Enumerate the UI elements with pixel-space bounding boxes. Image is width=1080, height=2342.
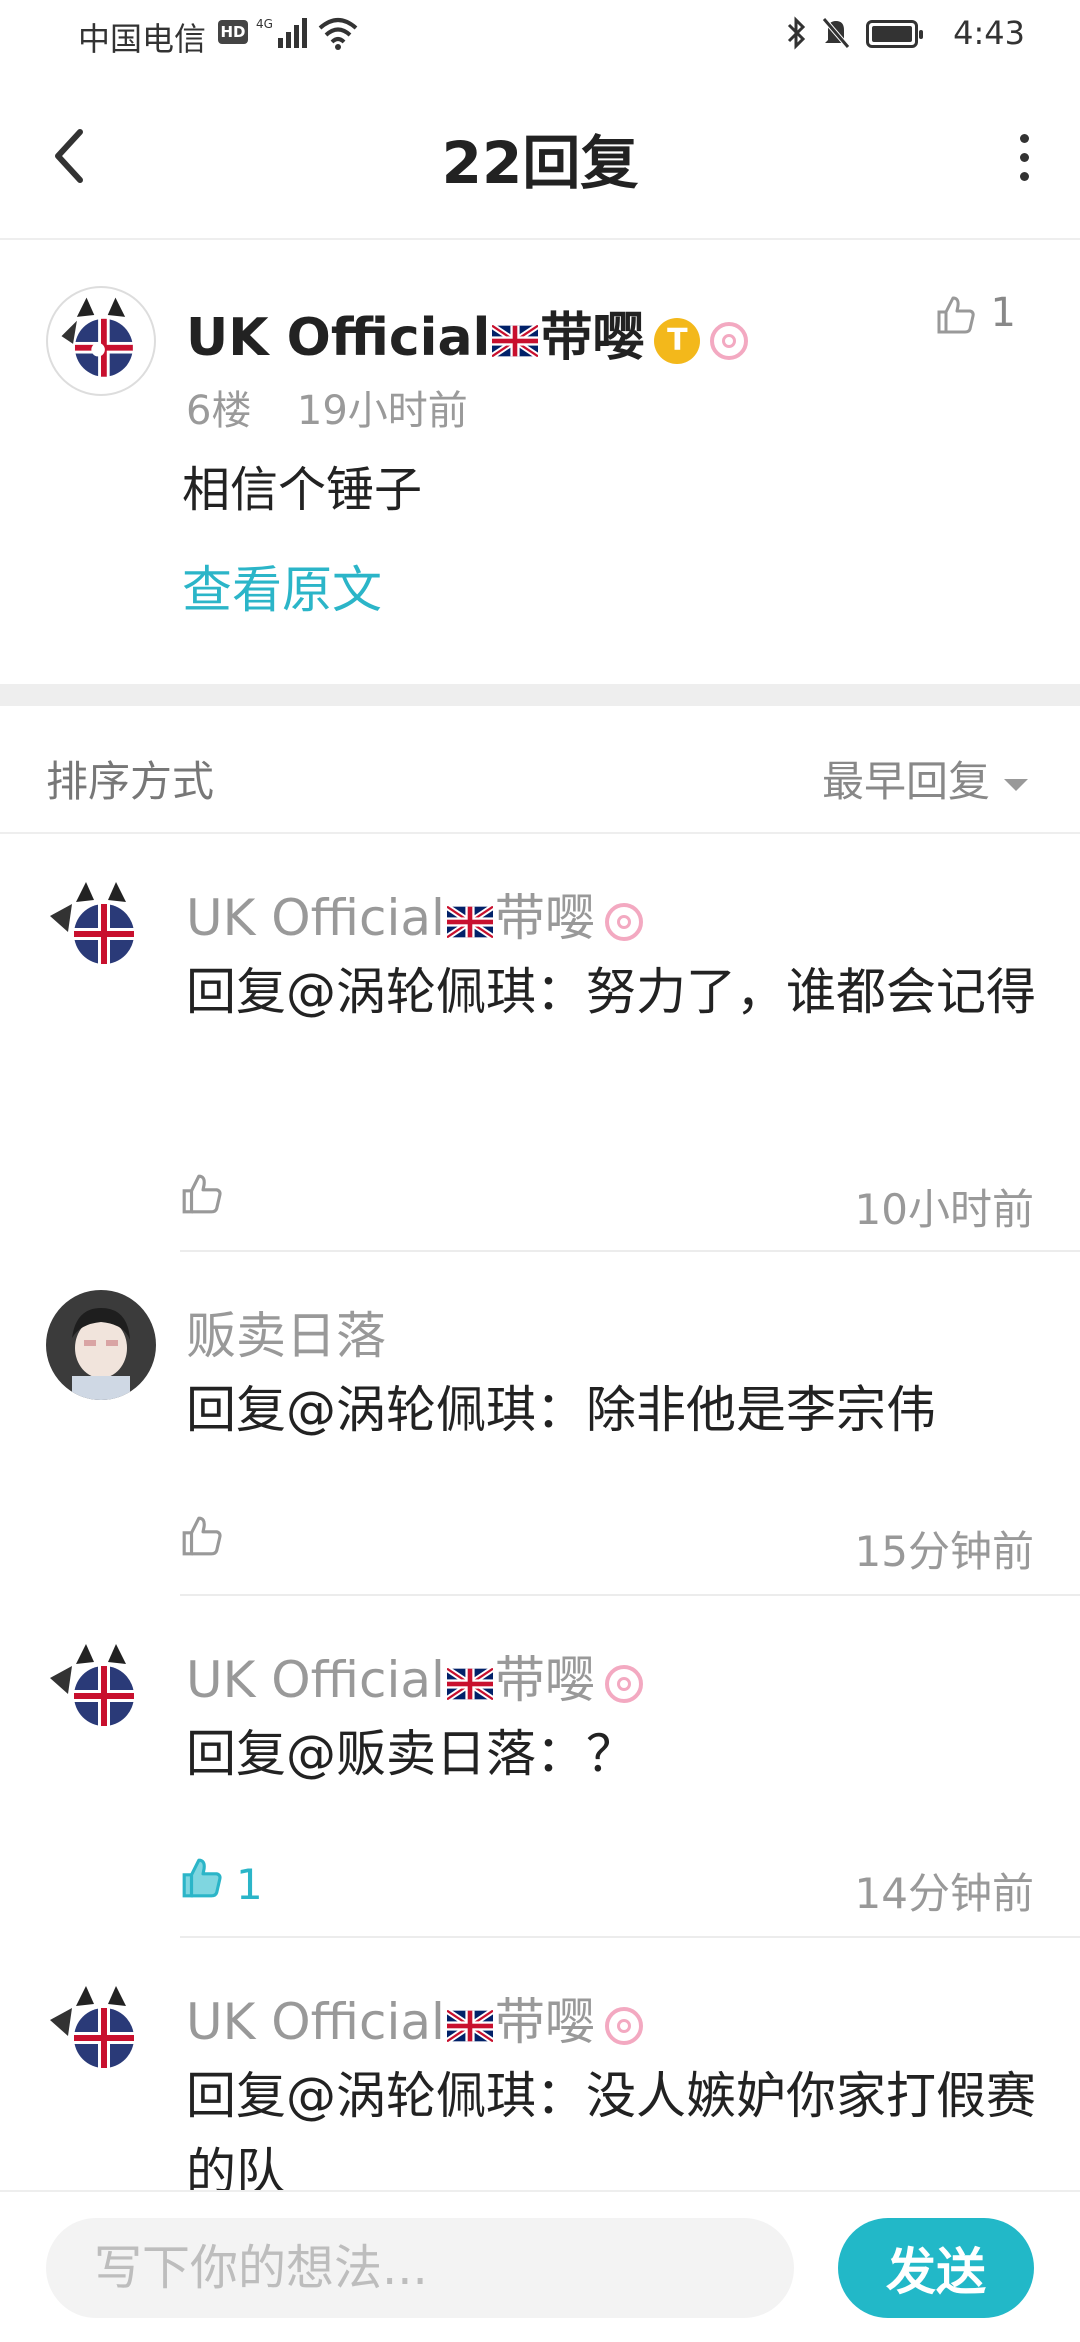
author-avatar[interactable] [46, 286, 156, 396]
sort-label: 排序方式 [46, 757, 215, 806]
pink-ring-badge-icon [604, 2006, 643, 2045]
bluetooth-icon [787, 16, 806, 50]
post-meta: 6楼 19小时前 [186, 378, 468, 436]
sort-bar: 排序方式 最早回复 [0, 706, 1080, 834]
reply-actions: 15分钟前 [180, 1514, 1034, 1576]
comment-input[interactable] [46, 2218, 794, 2318]
more-options-icon[interactable] [1012, 134, 1036, 181]
uk-flag-icon [492, 325, 539, 357]
reply-like-count: 1 [236, 1860, 263, 1909]
reply-avatar[interactable] [46, 1290, 156, 1400]
carrier-label: 中国电信 [78, 20, 207, 58]
reply-text: 回复@涡轮佩琪：除非他是李宗伟 [186, 1381, 936, 1439]
uk-flag-icon [446, 2009, 493, 2042]
top-bar: 22回复 [0, 72, 1080, 240]
signal-icon: 4G [256, 17, 307, 48]
uk-flag-icon [446, 1667, 493, 1700]
reply-actions: 1 14分钟前 [180, 1856, 1034, 1918]
reply-author-text: UK Official [186, 889, 445, 947]
reply-time: 14分钟前 [854, 1869, 1034, 1918]
reply-author[interactable]: UK Official 带嘤 [186, 1982, 643, 2054]
svg-text:4G: 4G [256, 17, 273, 31]
reply-author-suffix: 带嘤 [494, 889, 595, 947]
reply-author-suffix: 带嘤 [494, 1993, 595, 2051]
author-name-text: UK Official [186, 308, 491, 368]
page-title: 22回复 [441, 129, 639, 197]
floor-number: 6楼 [186, 388, 252, 434]
reply-item: 贩卖日落 回复@涡轮佩琪：除非他是李宗伟 15分钟前 [0, 1252, 1080, 1596]
pink-ring-badge-icon [710, 322, 749, 360]
reply-avatar[interactable] [46, 1634, 156, 1744]
sort-value: 最早回复 [821, 757, 990, 806]
main-post: UK Official 带嘤 T 6楼 19小时前 相信个锤子 查看原文 1 [0, 240, 1080, 684]
hd-icon: HD [218, 20, 248, 44]
post-time: 19小时前 [296, 388, 468, 434]
clock: 4:43 [953, 14, 1025, 52]
reply-avatar[interactable] [46, 1976, 156, 2086]
author-name-suffix: 带嘤 [540, 308, 645, 368]
reply-time: 10小时前 [854, 1185, 1034, 1234]
reply-avatar[interactable] [46, 872, 156, 982]
pink-ring-badge-icon [604, 902, 643, 941]
thumbs-up-icon[interactable] [180, 1172, 224, 1216]
section-divider [0, 684, 1080, 706]
reply-item: UK Official 带嘤 回复@涡轮佩琪：努力了，谁都会记得 10小时前 [0, 834, 1080, 1252]
thumbs-up-filled-icon[interactable] [180, 1856, 224, 1900]
reply-text: 回复@贩卖日落：？ [186, 1725, 636, 1783]
reply-text: 回复@涡轮佩琪：没人嫉妒你家打假赛的队 [186, 2067, 1036, 2190]
reply-author-suffix: 带嘤 [494, 1651, 595, 1709]
reply-time: 15分钟前 [854, 1527, 1034, 1576]
status-bar: 中国电信 HD 4G 4:43 [0, 0, 1080, 72]
post-content: 相信个锤子 [182, 462, 423, 518]
reply-author[interactable]: UK Official 带嘤 [186, 1640, 643, 1712]
reply-author[interactable]: UK Official 带嘤 [186, 878, 643, 950]
comment-composer: 发送 [0, 2190, 1080, 2342]
wifi-icon [318, 18, 358, 50]
send-button[interactable]: 发送 [838, 2218, 1034, 2318]
pink-ring-badge-icon [604, 1664, 643, 1703]
reply-author[interactable]: 贩卖日落 [186, 1296, 386, 1368]
view-original-link[interactable]: 查看原文 [182, 550, 382, 622]
reply-item: UK Official 带嘤 回复@贩卖日落：？ 1 14分钟前 [0, 1596, 1080, 1938]
reply-text: 回复@涡轮佩琪：努力了，谁都会记得 [186, 963, 1036, 1021]
reply-author-text: UK Official [186, 1993, 445, 2051]
level-badge-icon: T [654, 318, 701, 364]
thumbs-up-icon [937, 296, 975, 334]
reply-author-text: UK Official [186, 1651, 445, 1709]
battery-icon [866, 20, 923, 48]
reply-item: UK Official 带嘤 回复@涡轮佩琪：没人嫉妒你家打假赛的队 [0, 1938, 1080, 2190]
thumbs-up-icon[interactable] [180, 1514, 224, 1558]
reply-actions: 10小时前 [180, 1172, 1034, 1234]
caret-down-icon [1004, 778, 1028, 791]
sort-dropdown[interactable]: 最早回复 [822, 748, 1028, 809]
like-count: 1 [990, 290, 1016, 336]
like-button[interactable]: 1 [935, 290, 1016, 336]
uk-flag-icon [446, 905, 493, 938]
mute-bell-icon [822, 17, 850, 49]
author-name[interactable]: UK Official 带嘤 T [186, 295, 749, 370]
